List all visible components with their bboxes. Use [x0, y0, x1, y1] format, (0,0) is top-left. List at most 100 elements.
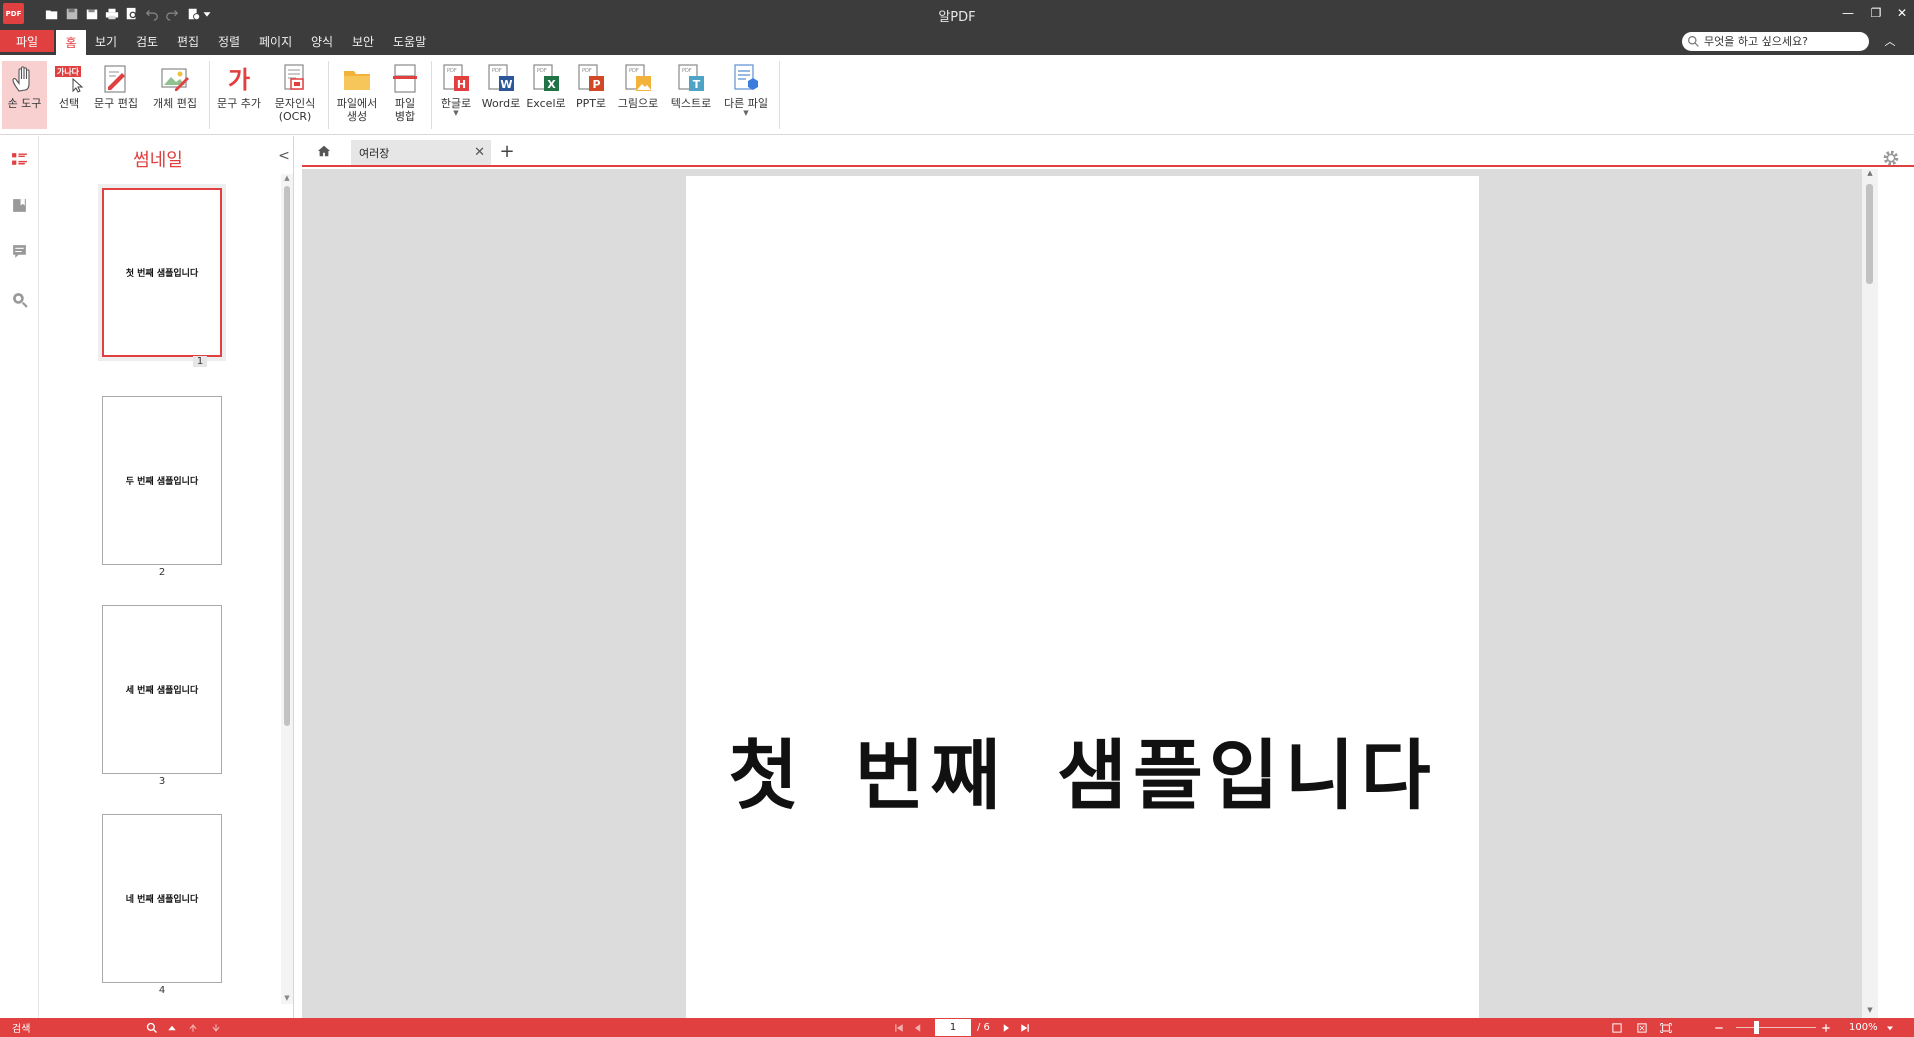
- print-preview-icon[interactable]: [122, 3, 142, 24]
- search-prev-icon[interactable]: [165, 1020, 179, 1035]
- app-title: 알PDF: [938, 10, 976, 25]
- status-bar: 검색 / 6 100%: [0, 1018, 1914, 1037]
- to-other-file-button[interactable]: 다른 파일 ▼: [719, 61, 773, 129]
- app-logo: PDF: [3, 3, 24, 24]
- minimize-button[interactable]: —: [1838, 3, 1858, 23]
- page-number-input[interactable]: [935, 1019, 971, 1036]
- menu-help[interactable]: 도움말: [393, 30, 426, 52]
- merge-files-button[interactable]: 파일 병합: [386, 61, 424, 129]
- settings-gear-icon[interactable]: [1882, 149, 1900, 167]
- ocr-icon: [279, 63, 311, 95]
- save-all-icon[interactable]: [82, 3, 102, 24]
- thumbnail-panel-title: 썸네일: [133, 150, 183, 171]
- scroll-up-icon[interactable]: ▲: [1862, 169, 1878, 181]
- scrollbar-thumb[interactable]: [284, 186, 290, 726]
- menu-form[interactable]: 양식: [311, 30, 333, 52]
- command-search[interactable]: [1682, 32, 1869, 51]
- zoom-in-icon[interactable]: [1819, 1020, 1833, 1035]
- edit-text-button[interactable]: 문구 편집: [92, 61, 140, 129]
- home-tab-icon[interactable]: [316, 143, 332, 159]
- collapse-ribbon-icon[interactable]: ︿: [1882, 33, 1898, 49]
- thumbnail-scrollbar[interactable]: ▲ ▼: [281, 174, 293, 1004]
- last-page-icon[interactable]: [1018, 1020, 1032, 1035]
- thumbnail-page-1[interactable]: 첫 번째 샘플입니다: [102, 188, 222, 357]
- scroll-down-icon[interactable]: ▼: [281, 994, 293, 1004]
- document-scrollbar[interactable]: ▲ ▼: [1862, 169, 1878, 1018]
- excel-file-icon: PDF X: [530, 63, 562, 95]
- to-text-button[interactable]: PDF T 텍스트로: [665, 61, 717, 129]
- other-file-icon: [730, 63, 762, 95]
- add-tab-icon[interactable]: +: [498, 141, 516, 162]
- customize-icon[interactable]: [200, 3, 214, 24]
- menu-arrange[interactable]: 정렬: [218, 30, 240, 52]
- document-view[interactable]: 첫 번째 샘플입니다: [302, 169, 1862, 1018]
- restore-button[interactable]: ❐: [1866, 3, 1886, 23]
- create-from-file-button[interactable]: 파일에서 생성: [332, 61, 382, 129]
- zoom-slider-thumb[interactable]: [1754, 1021, 1759, 1034]
- create-from-file-label-2: 생성: [346, 110, 368, 123]
- comments-icon[interactable]: [10, 242, 29, 261]
- undo-icon[interactable]: [142, 3, 162, 24]
- print-icon[interactable]: [102, 3, 122, 24]
- scroll-up-icon[interactable]: ▲: [281, 174, 293, 184]
- to-image-button[interactable]: PDF 그림으로: [614, 61, 662, 129]
- menu-view[interactable]: 보기: [95, 30, 117, 52]
- next-page-icon[interactable]: [999, 1020, 1013, 1035]
- ocr-button[interactable]: 문자인식 (OCR): [270, 61, 320, 129]
- redo-icon[interactable]: [162, 3, 182, 24]
- collapse-panel-icon[interactable]: <: [276, 148, 292, 164]
- hangul-file-icon: PDF H: [440, 63, 472, 95]
- scroll-down-icon[interactable]: ▼: [1862, 1006, 1878, 1018]
- svg-text:PDF: PDF: [682, 68, 692, 74]
- search-up-icon[interactable]: [186, 1020, 200, 1035]
- menu-edit[interactable]: 편집: [177, 30, 199, 52]
- document-tab[interactable]: 여러장 ✕: [351, 140, 491, 165]
- image-file-icon: PDF: [622, 63, 654, 95]
- menu-page[interactable]: 페이지: [259, 30, 292, 52]
- thumbnail-text: 첫 번째 샘플입니다: [125, 269, 199, 279]
- menu-file[interactable]: 파일: [0, 30, 54, 52]
- thumbnail-number: 4: [158, 985, 166, 996]
- first-page-icon[interactable]: [892, 1020, 906, 1035]
- edit-text-icon: [100, 63, 132, 95]
- menu-home[interactable]: 홈: [56, 30, 86, 55]
- select-button[interactable]: 가나다 선택: [50, 61, 88, 129]
- hand-tool-button[interactable]: 손 도구: [2, 61, 47, 129]
- edit-object-button[interactable]: 개체 편집: [147, 61, 203, 129]
- close-window-button[interactable]: ✕: [1892, 3, 1912, 23]
- menu-review[interactable]: 검토: [136, 30, 158, 52]
- zoom-out-icon[interactable]: [1712, 1020, 1726, 1035]
- menu-security[interactable]: 보안: [352, 30, 374, 52]
- search-icon: [1688, 36, 1699, 47]
- add-text-button[interactable]: 가 문구 추가: [213, 61, 265, 129]
- to-ppt-button[interactable]: PDF P PPT로: [570, 61, 612, 129]
- to-excel-button[interactable]: PDF X Excel로: [525, 61, 567, 129]
- to-excel-label: Excel로: [526, 97, 566, 110]
- svg-text:PDF: PDF: [629, 68, 639, 74]
- command-search-input[interactable]: [1704, 35, 1864, 48]
- thumbnail-page-4[interactable]: 네 번째 샘플입니다: [102, 814, 222, 983]
- close-tab-icon[interactable]: ✕: [474, 145, 485, 160]
- save-icon[interactable]: [62, 3, 82, 24]
- fit-width-icon[interactable]: [1659, 1020, 1673, 1035]
- open-icon[interactable]: [42, 3, 62, 24]
- thumbnail-page-2[interactable]: 두 번째 샘플입니다: [102, 396, 222, 565]
- thumbnail-number: 3: [158, 776, 166, 787]
- fit-page-icon[interactable]: [1635, 1020, 1649, 1035]
- search-panel-icon[interactable]: [10, 290, 29, 309]
- single-page-view-icon[interactable]: [1610, 1020, 1624, 1035]
- total-pages-label: / 6: [977, 1022, 990, 1033]
- zoom-dropdown-icon[interactable]: [1884, 1020, 1896, 1035]
- bookmark-icon[interactable]: [10, 196, 29, 215]
- search-down-icon[interactable]: [209, 1020, 223, 1035]
- to-word-button[interactable]: PDF W Word로: [480, 61, 522, 129]
- svg-text:H: H: [457, 78, 466, 91]
- scrollbar-thumb[interactable]: [1866, 184, 1873, 284]
- pdf-page[interactable]: 첫 번째 샘플입니다: [686, 176, 1479, 1018]
- zoom-slider[interactable]: [1736, 1027, 1816, 1028]
- prev-page-icon[interactable]: [911, 1020, 925, 1035]
- search-icon[interactable]: [145, 1020, 159, 1035]
- thumbnail-page-3[interactable]: 세 번째 샘플입니다: [102, 605, 222, 774]
- thumbnails-icon[interactable]: [10, 150, 29, 169]
- to-hangul-button[interactable]: PDF H 한글로 ▼: [435, 61, 477, 129]
